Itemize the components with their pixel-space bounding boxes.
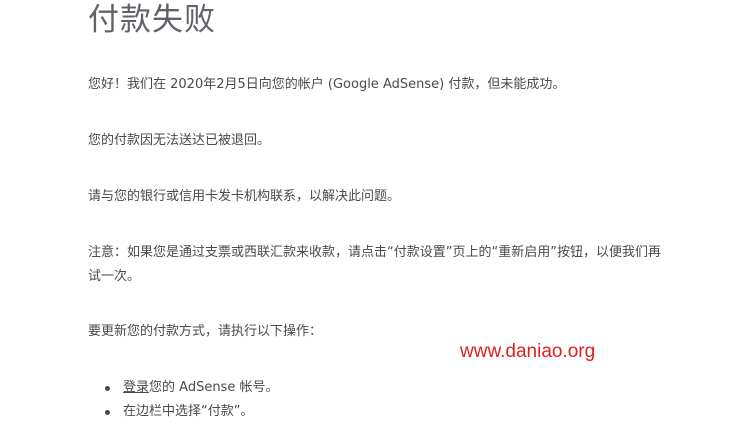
bullet-icon xyxy=(105,386,110,391)
watermark-text: www.daniao.org xyxy=(460,341,596,362)
login-link[interactable]: 登录 xyxy=(123,380,149,395)
greeting-paragraph: 您好！我们在 2020年2月5日向您的帐户 (Google AdSense) 付… xyxy=(88,77,566,92)
bullet-icon xyxy=(105,410,110,415)
step1-text: 您的 AdSense 帐号。 xyxy=(149,380,279,395)
note-paragraph: 注意：如果您是通过支票或西联汇款来收款，请点击“付款设置”页上的“重新启用”按钮… xyxy=(88,245,661,284)
return-reason-paragraph: 您的付款因无法送达已被退回。 xyxy=(88,133,271,148)
steps-list: 登录您的 AdSense 帐号。 在边栏中选择“付款”。 xyxy=(88,376,278,424)
page-title: 付款失败 xyxy=(88,2,216,38)
contact-bank-paragraph: 请与您的银行或信用卡发卡机构联系，以解决此问题。 xyxy=(88,189,401,204)
list-item: 在边栏中选择“付款”。 xyxy=(88,400,278,424)
list-item: 登录您的 AdSense 帐号。 xyxy=(88,376,278,400)
step2-text: 在边栏中选择“付款”。 xyxy=(123,404,254,419)
